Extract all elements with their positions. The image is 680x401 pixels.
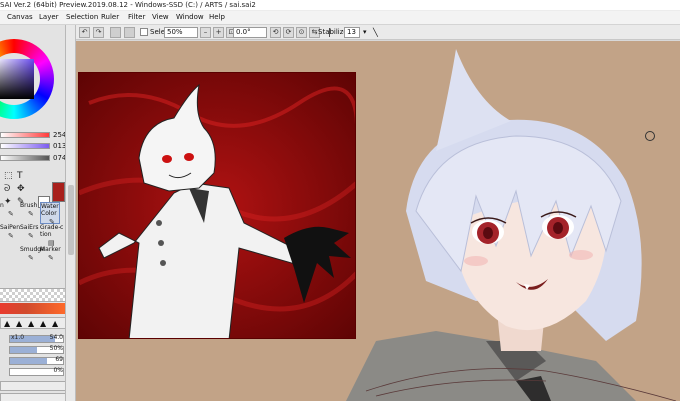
left-panel-scrollbar[interactable] (66, 25, 76, 401)
menu-selection[interactable]: Selection (66, 13, 98, 21)
brush-label: n (0, 202, 4, 209)
brush-label: SaiErs (20, 224, 39, 231)
brush-slot[interactable]: Grade-tion ▤ (40, 224, 61, 247)
menu-canvas[interactable]: Canvas (7, 13, 33, 21)
figure-eye (162, 155, 172, 163)
redo-button[interactable]: ↷ (93, 27, 104, 38)
brush-icon: ✎ (28, 254, 34, 262)
right-eye-pupil (553, 222, 563, 234)
min-size-row[interactable]: 50% (0, 345, 65, 355)
color-slider-b-value: 074 (53, 154, 66, 162)
brush-size-row[interactable]: x1.0 54.0 (0, 334, 65, 344)
reference-artwork (79, 73, 355, 338)
min-size-value: 50% (49, 345, 63, 352)
brush-slot[interactable]: Marker ✎ (40, 246, 61, 268)
brush-icon: ✎ (8, 210, 14, 218)
brush-size-multiplier: x1.0 (11, 334, 25, 341)
tip-shape-4[interactable]: ▲ (40, 319, 46, 328)
deselect-button[interactable] (110, 27, 121, 38)
rotate-cw-button[interactable]: ⟳ (283, 27, 294, 38)
zoom-out-button[interactable]: – (200, 27, 211, 38)
menu-bar: Canvas Layer Selection Ruler Filter View… (0, 11, 680, 25)
right-blush (569, 250, 593, 260)
tip-shape-5[interactable]: ▲ (52, 319, 58, 328)
primary-color-swatch[interactable] (52, 182, 65, 202)
color-slider-r[interactable] (0, 132, 50, 138)
figure-button (158, 240, 164, 246)
density-value: 69 (55, 356, 63, 363)
density-row[interactable]: 69 (0, 356, 65, 366)
brush-icon: ✎ (8, 232, 14, 240)
title-bar: SAI Ver.2 (64bit) Preview.2019.08.12 - W… (0, 0, 680, 11)
min-size-fill (10, 347, 37, 353)
zoom-field[interactable]: 50% (164, 27, 198, 38)
brush-slot[interactable]: SaiErs ✎ (20, 224, 40, 246)
brush-size-value: 54.0 (49, 334, 63, 341)
brush-icon: ✎ (28, 232, 34, 240)
rotate-reset-button[interactable]: ⊙ (296, 27, 307, 38)
scrollbar-thumb[interactable] (68, 185, 74, 255)
brush-cursor (645, 131, 655, 141)
color-palette[interactable] (0, 288, 65, 302)
tip-shape-3[interactable]: ▲ (28, 319, 34, 328)
left-panel: 254 013 074 ⬚ T ᘐ ✥ ✦ ✎ n ✎ Brush ✎ Water Co… (0, 25, 66, 401)
left-eye-pupil (483, 227, 493, 239)
canvas-toolbar: ↶ ↷ Selection 50% – + ⊡ 0.0° ⟲ ⟳ ⊙ ⇆ | S… (76, 25, 680, 40)
brush-slot[interactable]: SaiPen ✎ (0, 224, 20, 246)
figure-button (156, 220, 162, 226)
color-slider-b[interactable] (0, 155, 50, 161)
density-fill (10, 358, 47, 364)
color-slider-g-value: 013 (53, 142, 66, 150)
left-blush (464, 256, 488, 266)
invert-selection-button[interactable] (124, 27, 135, 38)
selection-tool-icon[interactable]: ⬚ (4, 171, 13, 181)
brush-label: Grade-tion (40, 224, 61, 238)
brush-grid: n✎Brush✎Water Color✎✎SaiPen✎SaiErs✎Grade… (0, 202, 65, 302)
brush-label: Marker (40, 246, 61, 253)
figure-eye (184, 153, 194, 161)
brush-label: Water Color (41, 203, 59, 217)
brush-texture-dropdown[interactable] (0, 393, 65, 401)
brush-label: Brush (20, 202, 38, 209)
undo-button[interactable]: ↶ (79, 27, 90, 38)
brush-label: SaiPen (0, 224, 21, 231)
brush-slot[interactable]: Water Color ✎ (40, 202, 60, 226)
figure-button (160, 260, 166, 266)
menu-layer[interactable]: Layer (39, 13, 59, 21)
rotate-ccw-button[interactable]: ⟲ (270, 27, 281, 38)
rotation-field[interactable]: 0.0° (233, 27, 267, 38)
brush-icon: ✎ (28, 210, 34, 218)
brush-mode-dropdown[interactable] (0, 381, 65, 391)
tip-shape-2[interactable]: ▲ (16, 319, 22, 328)
brush-slot[interactable]: n ✎ (0, 202, 20, 224)
menu-view[interactable]: View (152, 13, 169, 21)
current-color-bar[interactable] (0, 303, 65, 314)
stabilizer-dropdown-icon[interactable]: ▾ (363, 28, 367, 36)
menu-help[interactable]: Help (209, 13, 225, 21)
blending-value: 0% (53, 367, 63, 374)
selection-checkbox[interactable] (140, 28, 148, 36)
color-slider-r-value: 254 (53, 131, 66, 139)
text-tool-icon[interactable]: T (17, 171, 23, 181)
brush-slot[interactable]: Brush ✎ (20, 202, 40, 224)
brush-icon: ✎ (48, 254, 54, 262)
window-title: SAI Ver.2 (64bit) Preview.2019.08.12 - W… (0, 1, 256, 9)
brush-tip-shapes: ▲ ▲ ▲ ▲ ▲ (0, 317, 65, 329)
reference-image[interactable] (78, 72, 356, 339)
blending-row[interactable]: 0% (0, 367, 65, 377)
brush-slot[interactable] (0, 246, 20, 268)
color-slider-g[interactable] (0, 143, 50, 149)
menu-ruler[interactable]: Ruler (101, 13, 119, 21)
zoom-in-button[interactable]: + (213, 27, 224, 38)
saturation-value-square[interactable] (0, 59, 34, 99)
brush-label: c (60, 224, 64, 231)
move-tool-icon[interactable]: ✥ (17, 184, 25, 194)
lasso-tool-icon[interactable]: ᘐ (4, 184, 10, 194)
brush-slot[interactable]: Smudge ✎ (20, 246, 45, 268)
tip-shape-1[interactable]: ▲ (4, 319, 10, 328)
menu-window[interactable]: Window (176, 13, 204, 21)
menu-filter[interactable]: Filter (128, 13, 145, 21)
pen-pressure-icon[interactable]: ╲ (373, 28, 378, 37)
stabilizer-field[interactable]: 13 (344, 27, 360, 38)
